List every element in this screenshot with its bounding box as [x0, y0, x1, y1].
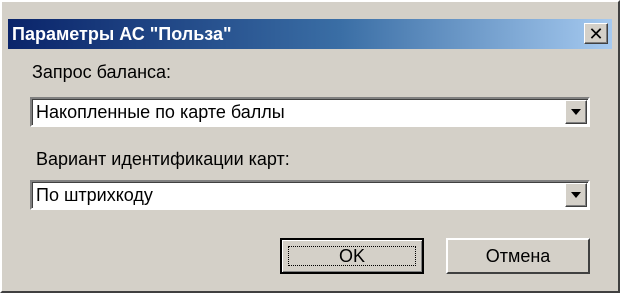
- dialog-window: Параметры АС "Польза" ✕ Запрос баланса: …: [0, 0, 620, 293]
- balance-label: Запрос баланса:: [32, 62, 172, 82]
- close-button[interactable]: ✕: [584, 23, 608, 44]
- chevron-down-icon: [571, 109, 581, 115]
- dialog-title: Параметры АС "Польза": [12, 24, 232, 44]
- balance-dropdown-button[interactable]: [565, 100, 587, 124]
- ok-button[interactable]: OK: [280, 238, 424, 274]
- cancel-button-label: Отмена: [485, 245, 551, 266]
- identification-dropdown-button[interactable]: [565, 183, 587, 207]
- chevron-down-icon: [571, 192, 581, 198]
- close-icon: ✕: [588, 23, 604, 44]
- balance-combobox[interactable]: Накопленные по карте баллы: [30, 97, 590, 127]
- identification-combobox[interactable]: По штрихкоду: [30, 180, 590, 210]
- ok-button-label: OK: [338, 245, 365, 266]
- identification-label: Вариант идентификации карт:: [36, 149, 290, 169]
- identification-value: По штрихкоду: [36, 185, 153, 205]
- title-bar[interactable]: Параметры АС "Польза" ✕: [8, 19, 612, 49]
- cancel-button[interactable]: Отмена: [446, 238, 590, 274]
- balance-value: Накопленные по карте баллы: [36, 102, 285, 122]
